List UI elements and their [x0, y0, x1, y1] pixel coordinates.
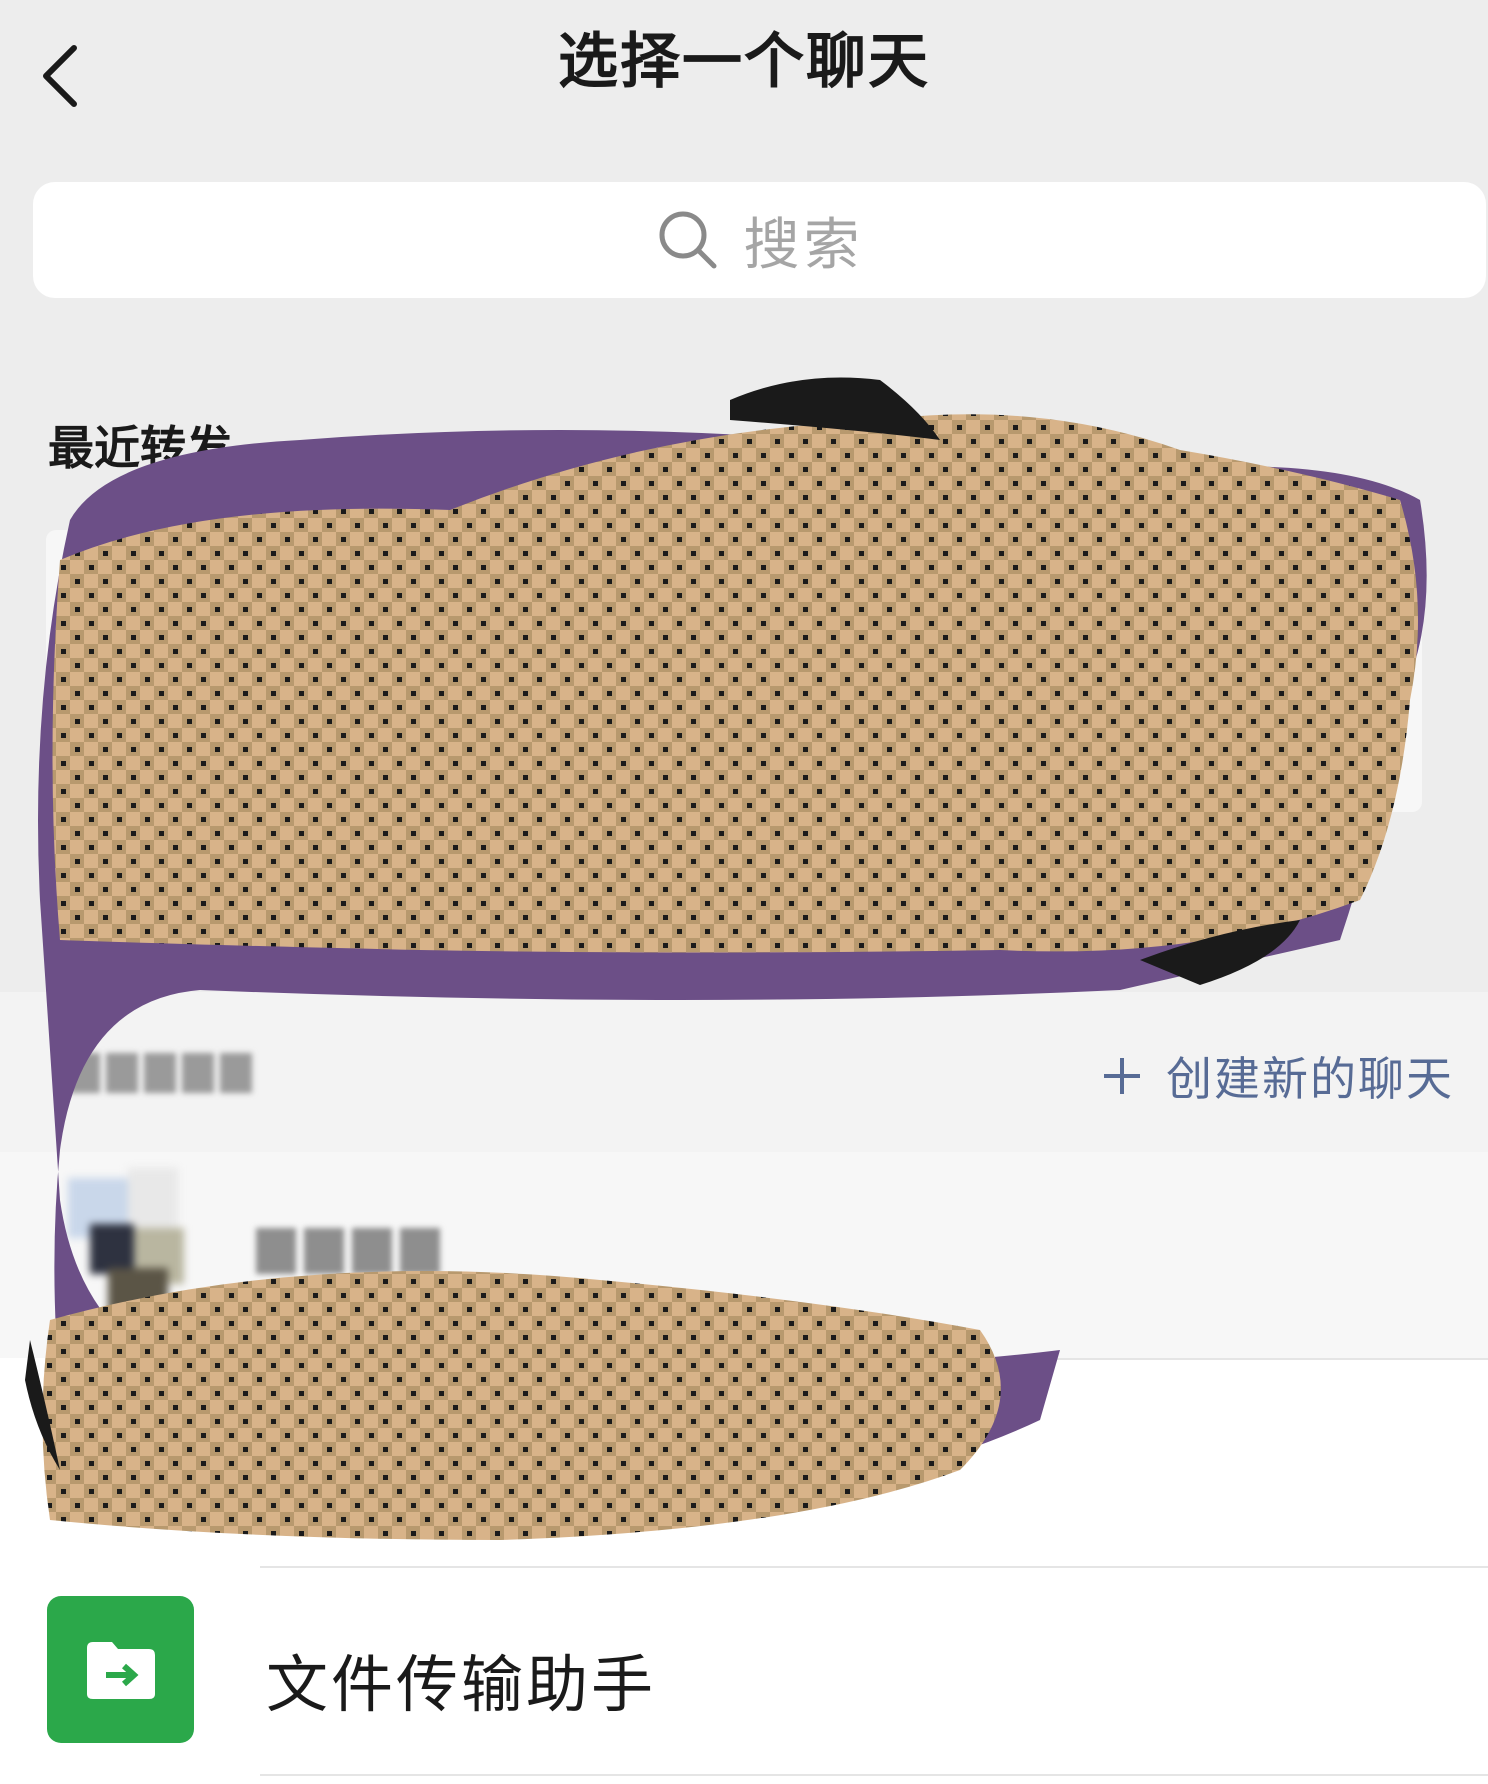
recent-forwards-list[interactable] — [46, 530, 1422, 812]
divider — [260, 1358, 1488, 1360]
page-title: 选择一个聊天 — [558, 27, 930, 97]
avatar — [68, 1168, 196, 1318]
recent-forwards-label: 最近转发 — [48, 421, 232, 475]
chat-row[interactable] — [0, 1152, 1488, 1358]
plus-icon — [1104, 1058, 1140, 1094]
divider — [260, 1774, 1488, 1776]
search-input[interactable]: 搜索 — [33, 182, 1486, 298]
recent-chats-label-obscured — [68, 1048, 254, 1098]
create-new-chat-label: 创建新的聊天 — [1166, 1052, 1454, 1106]
create-new-chat-button[interactable]: 创建新的聊天 — [1102, 1044, 1454, 1108]
chevron-left-icon — [43, 45, 77, 107]
search-icon — [659, 211, 716, 269]
search-placeholder: 搜索 — [743, 212, 864, 278]
contact-name: 文件传输助手 — [266, 1648, 657, 1721]
contact-file-transfer[interactable] — [0, 1568, 1488, 1774]
back-button[interactable] — [30, 18, 100, 128]
file-transfer-icon — [47, 1596, 194, 1743]
chat-name-obscured — [256, 1224, 456, 1278]
